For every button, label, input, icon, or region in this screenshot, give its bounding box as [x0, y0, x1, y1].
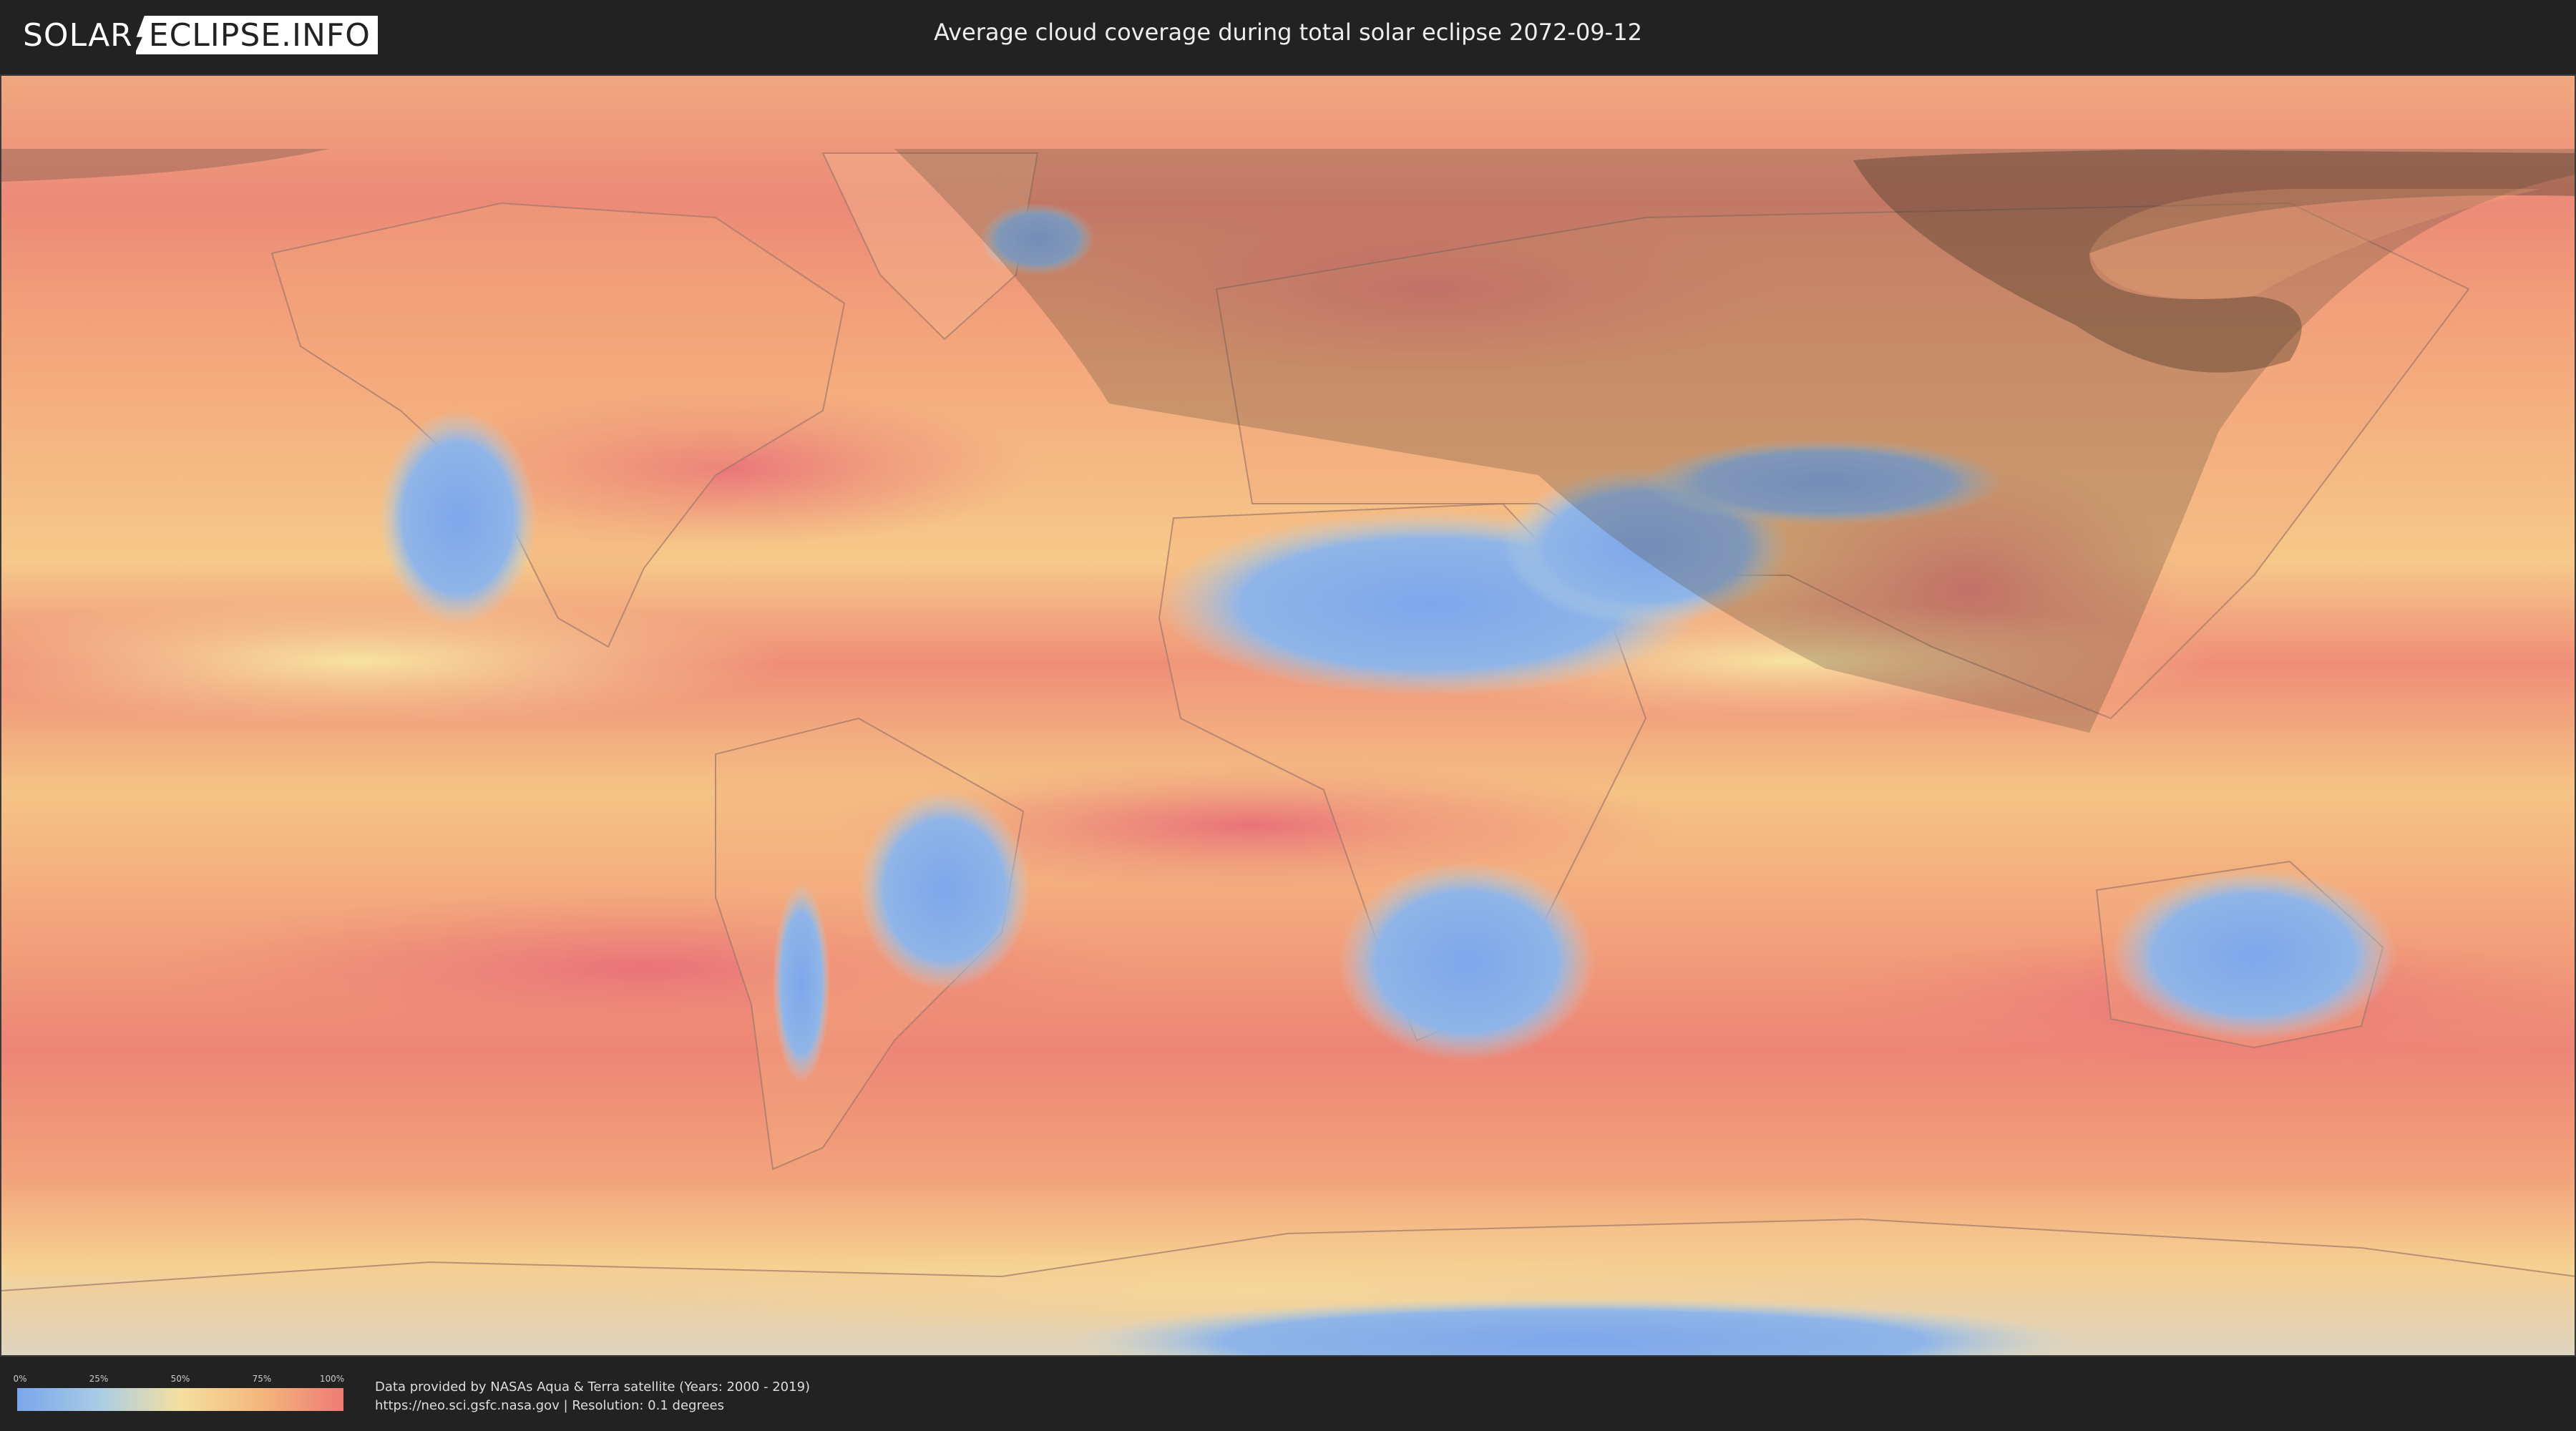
legend-ticks: 0% 25% 50% 75% 100%: [13, 1374, 345, 1385]
legend-tick-75: 75%: [252, 1374, 272, 1384]
credit-source: Data provided by NASAs Aqua & Terra sate…: [375, 1379, 811, 1395]
legend-tick-0: 0%: [13, 1374, 27, 1384]
legend-color-scale: [17, 1388, 343, 1411]
map-canvas: [0, 74, 2576, 1357]
data-credits: Data provided by NASAs Aqua & Terra sate…: [375, 1378, 810, 1415]
cloud-coverage-legend: 0% 25% 50% 75% 100%: [13, 1374, 345, 1411]
page-title: Average cloud coverage during total sola…: [934, 19, 1642, 46]
legend-tick-25: 25%: [89, 1374, 109, 1384]
legend-tick-100: 100%: [319, 1374, 345, 1384]
credit-url[interactable]: https://neo.sci.gsfc.nasa.gov | Resoluti…: [375, 1397, 810, 1415]
header-bar: SOLAR ECLIPSE.INFO Average cloud coverag…: [0, 0, 2576, 72]
cloud-coverage-map[interactable]: [0, 74, 2576, 1357]
legend-tick-50: 50%: [170, 1374, 190, 1384]
